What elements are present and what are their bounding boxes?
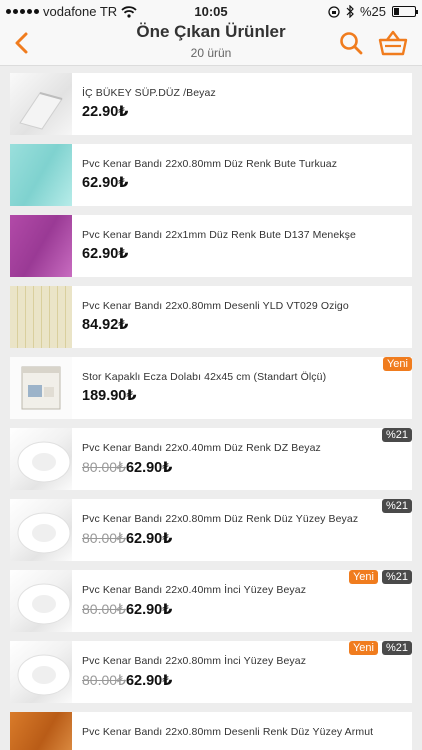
discount-badge: %21 [381,570,412,584]
new-badge: Yeni [348,641,378,655]
price-row: 62.90₺ [82,246,404,262]
cabinet-image [21,366,61,410]
product-card[interactable]: Stor Kapaklı Ecza Dolabı 42x45 cm (Stand… [10,357,412,419]
price: 84.92₺ [82,317,129,333]
search-icon[interactable] [338,30,364,56]
price-row: 62.90₺ [82,175,404,191]
badges: %21 [381,499,412,513]
product-name[interactable]: Pvc Kenar Bandı 22x0.80mm Desenli Renk D… [82,726,404,738]
price: 62.90₺ [82,175,129,191]
product-card[interactable]: Pvc Kenar Bandı 22x0.40mm İnci Yüzey Bey… [10,570,412,632]
product-info: Pvc Kenar Bandı 22x0.80mm Düz Renk Düz Y… [82,513,404,547]
badges: %21 [381,428,412,442]
product-card[interactable]: Pvc Kenar Bandı 22x0.80mm Düz Renk Bute … [10,144,412,206]
product-card[interactable]: Pvc Kenar Bandı 22x0.80mm Düz Renk Düz Y… [10,499,412,561]
product-image[interactable] [10,286,72,348]
price: 62.90₺ [125,673,173,689]
product-name[interactable]: İÇ BÜKEY SÜP.DÜZ /Beyaz [82,87,404,99]
badges: Yeni %21 [348,641,412,655]
nav-bar: Öne Çıkan Ürünler 20 ürün [0,22,422,66]
battery-icon [392,6,418,17]
product-info: Pvc Kenar Bandı 22x0.80mm Desenli Renk D… [82,726,404,743]
price-row: 22.90₺ [82,104,404,120]
product-info: Pvc Kenar Bandı 22x1mm Düz Renk Bute D13… [82,229,404,262]
status-bar: vodafone TR 10:05 %25 [0,0,422,22]
edge-band-image [17,441,71,483]
edge-band-image [17,583,71,625]
product-card[interactable]: İÇ BÜKEY SÜP.DÜZ /Beyaz 22.90₺ [10,73,412,135]
product-card[interactable]: Pvc Kenar Bandı 22x0.40mm Düz Renk DZ Be… [10,428,412,490]
product-name[interactable]: Stor Kapaklı Ecza Dolabı 42x45 cm (Stand… [82,371,404,383]
profile-image [19,92,63,130]
product-name[interactable]: Pvc Kenar Bandı 22x0.80mm İnci Yüzey Bey… [82,655,404,667]
edge-band-image [17,512,71,554]
price: 189.90₺ [82,388,137,404]
product-info: Pvc Kenar Bandı 22x0.80mm İnci Yüzey Bey… [82,655,404,689]
edge-band-image [17,654,71,696]
product-name[interactable]: Pvc Kenar Bandı 22x0.80mm Düz Renk Düz Y… [82,513,404,525]
old-price: 80.00₺ [82,672,126,688]
product-list: İÇ BÜKEY SÜP.DÜZ /Beyaz 22.90₺ Pvc Kenar B… [10,73,412,750]
badges: Yeni %21 [348,570,412,584]
product-card[interactable]: Pvc Kenar Bandı 22x0.80mm Desenli YLD VT… [10,286,412,348]
product-info: Pvc Kenar Bandı 22x0.80mm Düz Renk Bute … [82,158,404,191]
battery-percent: %25 [359,4,386,19]
product-info: Pvc Kenar Bandı 22x0.80mm Desenli YLD VT… [82,300,404,333]
product-name[interactable]: Pvc Kenar Bandı 22x1mm Düz Renk Bute D13… [82,229,404,241]
product-image[interactable] [10,641,72,703]
old-price: 80.00₺ [82,530,126,546]
product-card[interactable]: Pvc Kenar Bandı 22x1mm Düz Renk Bute D13… [10,215,412,277]
product-info: Stor Kapaklı Ecza Dolabı 42x45 cm (Stand… [82,371,404,404]
price-row: 189.90₺ [82,388,404,404]
price-row: 80.00₺ 62.90₺ [82,459,404,476]
discount-badge: %21 [381,641,412,655]
new-badge: Yeni [382,357,412,371]
product-image[interactable] [10,428,72,490]
price-row: 80.00₺ 62.90₺ [82,672,404,689]
status-right: %25 [328,4,418,19]
old-price: 80.00₺ [82,601,126,617]
product-card[interactable]: Pvc Kenar Bandı 22x0.80mm Desenli Renk D… [10,712,412,750]
product-image[interactable] [10,215,72,277]
bluetooth-icon [346,5,354,18]
product-name[interactable]: Pvc Kenar Bandı 22x0.40mm İnci Yüzey Bey… [82,584,404,596]
product-image[interactable] [10,712,72,750]
product-info: Pvc Kenar Bandı 22x0.40mm İnci Yüzey Bey… [82,584,404,618]
basket-icon[interactable] [378,29,408,57]
product-name[interactable]: Pvc Kenar Bandı 22x0.80mm Desenli YLD VT… [82,300,404,312]
product-image[interactable] [10,570,72,632]
price: 62.90₺ [125,460,173,476]
price: 62.90₺ [125,531,173,547]
discount-badge: %21 [381,428,412,442]
price: 62.90₺ [125,602,173,618]
old-price: 80.00₺ [82,459,126,475]
price-row: 80.00₺ 62.90₺ [82,530,404,547]
product-image[interactable] [10,144,72,206]
product-image[interactable] [10,499,72,561]
product-info: Pvc Kenar Bandı 22x0.40mm Düz Renk DZ Be… [82,442,404,476]
product-image[interactable] [10,73,72,135]
rotation-lock-icon [328,5,340,18]
price: 62.90₺ [82,246,129,262]
product-info: İÇ BÜKEY SÜP.DÜZ /Beyaz 22.90₺ [82,87,404,120]
product-name[interactable]: Pvc Kenar Bandı 22x0.40mm Düz Renk DZ Be… [82,442,404,454]
price-row: 80.00₺ 62.90₺ [82,601,404,618]
product-image[interactable] [10,357,72,419]
product-name[interactable]: Pvc Kenar Bandı 22x0.80mm Düz Renk Bute … [82,158,404,170]
new-badge: Yeni [348,570,378,584]
price-row: 84.92₺ [82,317,404,333]
badges: Yeni [382,357,412,371]
discount-badge: %21 [381,499,412,513]
product-card[interactable]: Pvc Kenar Bandı 22x0.80mm İnci Yüzey Bey… [10,641,412,703]
price: 22.90₺ [82,104,129,120]
